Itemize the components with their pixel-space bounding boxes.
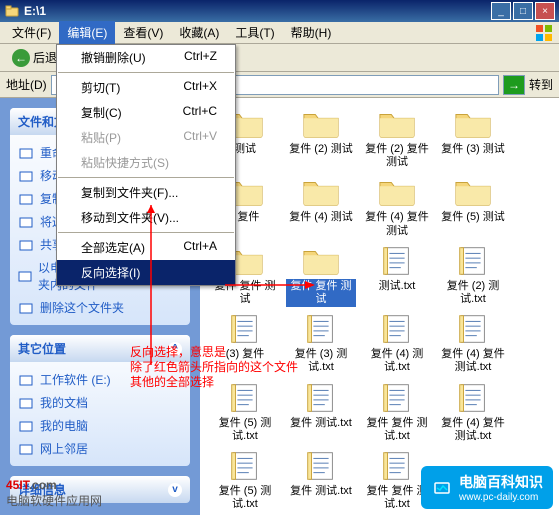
file-label: 复件 (4) 复件 测试.txt	[438, 347, 508, 375]
close-button[interactable]: ×	[535, 2, 555, 20]
file-item[interactable]: (3) 复件	[210, 313, 280, 375]
file-item[interactable]: 测试.txt	[362, 245, 432, 307]
address-label: 地址(D)	[6, 76, 47, 93]
file-item[interactable]: 复件 测试.txt	[286, 450, 356, 512]
file-label: 复件 测试.txt	[288, 416, 354, 431]
menu-item[interactable]: 撤销删除(U)Ctrl+Z	[57, 45, 235, 70]
copy-icon	[18, 191, 34, 207]
file-label: 复件 (3) 测试	[439, 142, 507, 157]
file-item[interactable]: 复件 (5) 测试.txt	[210, 450, 280, 512]
menu-item[interactable]: 复制到文件夹(F)...	[57, 180, 235, 205]
file-label: 复件 (4) 测试.txt	[362, 347, 432, 375]
file-item[interactable]: 复件 复件 测试.txt	[362, 382, 432, 444]
email-icon	[18, 268, 32, 284]
file-label: 复件 (2) 测试.txt	[438, 279, 508, 307]
folder-item[interactable]: 复件 (4) 测试	[286, 176, 356, 238]
file-item[interactable]: 复件 (3) 测试.txt	[286, 313, 356, 375]
menu-item[interactable]: 全部选定(A)Ctrl+A	[57, 235, 235, 260]
go-button[interactable]: →	[503, 75, 525, 95]
folder-item[interactable]: 复件 (3) 测试	[438, 108, 508, 170]
menu-favorites[interactable]: 收藏(A)	[171, 21, 227, 44]
menu-item: 粘贴(P)Ctrl+V	[57, 125, 235, 150]
task-label: 我的文档	[40, 394, 88, 411]
file-item[interactable]: 复件 (4) 测试.txt	[362, 313, 432, 375]
move-icon	[18, 168, 34, 184]
menu-separator	[58, 232, 234, 233]
file-item[interactable]: 复件 (4) 复件 测试.txt	[438, 382, 508, 444]
task-item[interactable]: 我的电脑	[18, 414, 182, 437]
file-label: 复件 测试.txt	[288, 484, 354, 499]
maximize-button[interactable]: □	[513, 2, 533, 20]
menu-file[interactable]: 文件(F)	[4, 21, 59, 44]
folder-icon	[4, 3, 20, 19]
task-label: 网上邻居	[40, 440, 88, 457]
other-panel-head[interactable]: 其它位置 ^	[10, 335, 190, 362]
menu-help[interactable]: 帮助(H)	[283, 21, 340, 44]
folder-item[interactable]: 复件 (4) 复件 测试	[362, 176, 432, 238]
task-item[interactable]: 网上邻居	[18, 437, 182, 460]
other-places-panel: 其它位置 ^ 工作软件 (E:) 我的文档我的电脑网上邻居	[10, 335, 190, 466]
file-label: 复件 (3) 测试.txt	[286, 347, 356, 375]
task-label: 工作软件 (E:)	[40, 371, 111, 388]
menu-view[interactable]: 查看(V)	[115, 21, 171, 44]
task-item[interactable]: 我的文档	[18, 391, 182, 414]
window-title: E:\1	[24, 4, 491, 18]
windows-flag-icon	[535, 24, 553, 42]
menu-item[interactable]: 反向选择(I)	[57, 260, 235, 285]
file-label: 复件 (5) 测试.txt	[210, 484, 280, 512]
task-item[interactable]: 工作软件 (E:)	[18, 368, 182, 391]
back-arrow-icon: ←	[12, 49, 30, 67]
file-label: 复件 (5) 测试	[439, 210, 507, 225]
task-label: 我的电脑	[40, 417, 88, 434]
file-item[interactable]: 复件 (4) 复件 测试.txt	[438, 313, 508, 375]
file-label: (3) 复件	[224, 347, 267, 362]
bottom-left-logo: 45IT.com 电脑软硬件应用网	[6, 478, 102, 509]
computer-icon	[18, 418, 34, 434]
folder-item[interactable]: 复件 (2) 复件 测试	[362, 108, 432, 170]
expand-icon: v	[168, 483, 182, 497]
file-label: 复件 (2) 测试	[287, 142, 355, 157]
menu-item[interactable]: 剪切(T)Ctrl+X	[57, 75, 235, 100]
go-label: 转到	[529, 76, 553, 93]
file-label: 复件 (2) 复件 测试	[362, 142, 432, 170]
delete-icon	[18, 300, 34, 316]
task-label: 删除这个文件夹	[40, 299, 124, 316]
collapse-icon: ^	[168, 342, 182, 356]
share-icon	[18, 237, 34, 253]
bottom-right-logo: 电脑百科知识 www.pc-daily.com	[421, 466, 553, 509]
task-item[interactable]: 删除这个文件夹	[18, 296, 182, 319]
documents-icon	[18, 395, 34, 411]
other-panel-title: 其它位置	[18, 340, 66, 357]
web-icon	[18, 214, 34, 230]
drive-icon	[18, 372, 34, 388]
menu-item[interactable]: 复制(C)Ctrl+C	[57, 100, 235, 125]
menu-edit[interactable]: 编辑(E)	[59, 21, 115, 44]
menu-item: 粘贴快捷方式(S)	[57, 150, 235, 175]
menu-tools[interactable]: 工具(T)	[227, 21, 282, 44]
file-item[interactable]: 复件 (5) 测试.txt	[210, 382, 280, 444]
file-label: 复件 复件 测试.txt	[362, 416, 432, 444]
file-item[interactable]: 复件 (2) 测试.txt	[438, 245, 508, 307]
file-pane: 测试复件 (2) 测试复件 (2) 复件 测试复件 (3) 测试) 复件复件 (…	[200, 98, 559, 515]
menu-separator	[58, 177, 234, 178]
file-label: 复件 复件 测试	[286, 279, 356, 307]
minimize-button[interactable]: _	[491, 2, 511, 20]
file-item[interactable]: 复件 测试.txt	[286, 382, 356, 444]
file-label: 测试.txt	[377, 279, 418, 294]
file-label: 复件 (4) 复件 测试	[362, 210, 432, 238]
menu-separator	[58, 72, 234, 73]
folder-item[interactable]: 复件 (5) 测试	[438, 176, 508, 238]
rename-icon	[18, 145, 34, 161]
menubar: 文件(F) 编辑(E) 查看(V) 收藏(A) 工具(T) 帮助(H)	[0, 22, 559, 44]
folder-item[interactable]: 复件 (2) 测试	[286, 108, 356, 170]
file-label: 复件 (5) 测试.txt	[210, 416, 280, 444]
file-label: 复件 (4) 测试	[287, 210, 355, 225]
file-label: 复件 (4) 复件 测试.txt	[438, 416, 508, 444]
folder-item[interactable]: 复件 复件 测试	[286, 245, 356, 307]
menu-item[interactable]: 移动到文件夹(V)...	[57, 205, 235, 230]
titlebar: E:\1 _ □ ×	[0, 0, 559, 22]
edit-menu-dropdown: 撤销删除(U)Ctrl+Z 剪切(T)Ctrl+X复制(C)Ctrl+C粘贴(P)…	[56, 44, 236, 286]
network-icon	[18, 441, 34, 457]
back-label: 后退	[33, 49, 57, 66]
